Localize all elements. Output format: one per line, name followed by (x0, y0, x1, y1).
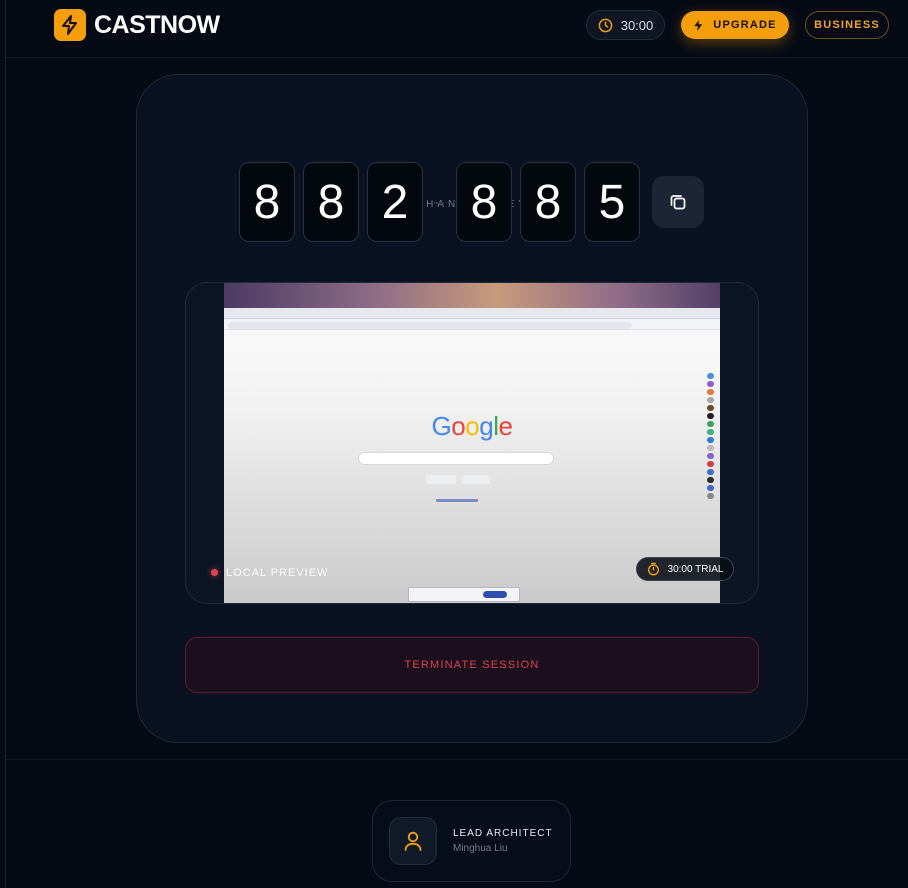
live-indicator (211, 569, 218, 576)
terminate-label: TERMINATE SESSION (404, 659, 540, 671)
channel-digit-6: 5 (584, 162, 640, 242)
key-separator (434, 202, 444, 204)
bolt-icon (694, 19, 703, 31)
timer-value: 30:00 (620, 17, 654, 33)
channel-digit-5: 8 (520, 162, 576, 242)
channel-digit-4: 8 (456, 162, 512, 242)
copy-icon (670, 195, 686, 210)
profile-card[interactable]: LEAD ARCHITECT Minghua Liu (372, 800, 571, 882)
captured-search-button (426, 475, 456, 484)
captured-address-field (228, 322, 632, 329)
avatar (389, 817, 437, 865)
business-label: BUSINESS (814, 19, 880, 31)
trial-text: 30:00 TRIAL (667, 563, 724, 575)
profile-role: LEAD ARCHITECT (453, 828, 553, 839)
stopwatch-icon (647, 562, 659, 576)
preview-label: LOCAL PREVIEW (226, 567, 329, 579)
channel-digit-2: 8 (303, 162, 359, 242)
brand[interactable]: CASTNOW (54, 9, 220, 41)
copy-key-button[interactable] (652, 176, 704, 228)
captured-language-link (436, 499, 478, 502)
section-divider (6, 759, 908, 760)
captured-bookmarks-bar (224, 330, 720, 339)
page-edge-rule (5, 0, 6, 888)
profile-name: Minghua Liu (453, 843, 508, 854)
captured-side-icons (707, 373, 716, 501)
upgrade-label: UPGRADE (713, 19, 777, 31)
channel-digit-1: 8 (239, 162, 295, 242)
captured-tab-strip (224, 308, 720, 319)
local-preview: Google LOCAL PREVIEW 30:00 TRIAL (185, 282, 759, 604)
captured-google-logo: Google (431, 411, 513, 441)
top-header: CASTNOW 30:00 UPGRADE BUSINESS (6, 0, 908, 58)
trial-badge: 30:00 TRIAL (636, 557, 734, 581)
captured-share-dialog (408, 587, 520, 602)
clock-icon (598, 18, 613, 32)
business-button[interactable]: BUSINESS (805, 11, 889, 39)
captured-lucky-button (462, 475, 490, 484)
user-icon (404, 831, 422, 851)
terminate-session-button[interactable]: TERMINATE SESSION (185, 637, 759, 693)
screen-capture: Google (224, 283, 720, 603)
session-timer: 30:00 (586, 10, 665, 40)
brand-name: CASTNOW (94, 10, 220, 39)
bolt-icon (54, 9, 86, 41)
upgrade-button[interactable]: UPGRADE (681, 11, 789, 39)
captured-menu-bar (224, 283, 720, 308)
captured-search-box (358, 452, 554, 465)
channel-digit-3: 2 (367, 162, 423, 242)
